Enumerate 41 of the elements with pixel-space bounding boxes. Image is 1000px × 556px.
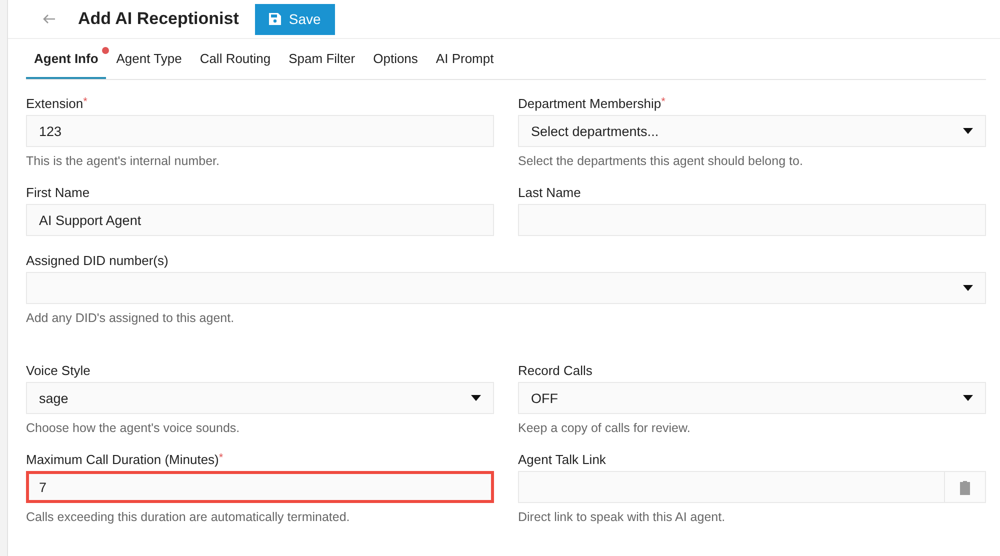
clipboard-icon (959, 480, 971, 494)
caret-icon (471, 395, 481, 401)
back-arrow-icon[interactable] (42, 12, 56, 26)
field-label: Maximum Call Duration (Minutes) (26, 452, 219, 467)
help-text: Select the departments this agent should belong to. (518, 154, 804, 168)
field-label: Voice Style (26, 363, 90, 378)
select-field[interactable] (26, 272, 986, 304)
help-text: Keep a copy of calls for review. (518, 421, 692, 435)
input-field[interactable]: AI Support Agent (26, 204, 494, 236)
select-field[interactable]: sage (26, 382, 494, 414)
field-label: Department Membership (518, 96, 662, 111)
help-text: Choose how the agent's voice sounds. (26, 421, 241, 435)
field-label: Agent Talk Link (518, 452, 606, 467)
tab[interactable]: Options (365, 39, 426, 79)
caret-icon (963, 395, 973, 401)
help-text: Direct link to speak with this AI agent. (518, 510, 726, 524)
field-label: Last Name (518, 185, 581, 200)
tab[interactable]: Agent Info (26, 39, 106, 79)
caret-icon (963, 285, 973, 291)
input-field[interactable]: 7 (26, 471, 494, 503)
select-field[interactable]: Select departments... (518, 115, 986, 147)
help-text: Add any DID's assigned to this agent. (26, 311, 236, 325)
floppy-icon (268, 13, 281, 25)
help-text: Calls exceeding this duration are automatically terminated. (26, 510, 351, 524)
required-mark: * (218, 452, 224, 466)
field-label: First Name (26, 185, 90, 200)
tab[interactable]: Spam Filter (280, 39, 364, 79)
input-field[interactable]: 123 (26, 115, 494, 147)
select-field[interactable]: OFF (518, 382, 986, 414)
tab[interactable]: Call Routing (192, 39, 279, 79)
tab[interactable]: AI Prompt (428, 39, 502, 79)
tab[interactable]: Agent Type (108, 39, 190, 79)
field-label: Record Calls (518, 363, 592, 378)
required-mark: * (661, 96, 666, 110)
field-label: Extension (26, 96, 84, 111)
page-title: Add AI Receptionist (78, 9, 239, 29)
required-mark: * (83, 96, 88, 110)
caret-icon (963, 128, 973, 134)
field-label: Assigned DID number(s) (26, 253, 168, 268)
help-text: This is the agent's internal number. (26, 154, 220, 168)
link-field[interactable] (518, 471, 986, 503)
